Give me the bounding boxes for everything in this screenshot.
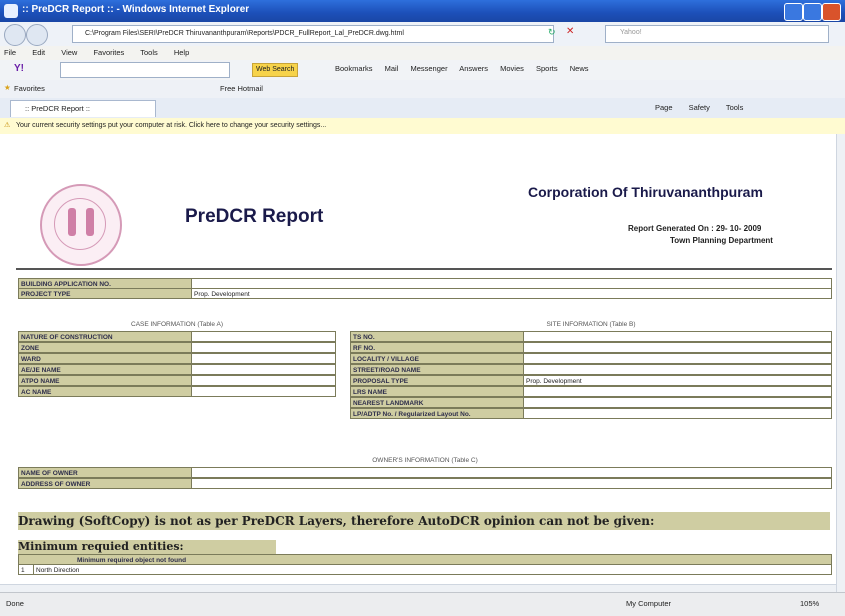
movies-button[interactable]: Movies	[500, 64, 524, 73]
security-infobar[interactable]: ⚠ Your current security settings put you…	[0, 118, 845, 135]
zoom-level[interactable]: 105%	[800, 599, 819, 608]
site-row-label: LP/ADTP No. / Regularized Layout No.	[350, 408, 524, 419]
maximize-button[interactable]	[803, 3, 822, 21]
status-text: Done	[6, 599, 24, 608]
site-row-label: TS NO.	[350, 331, 524, 342]
close-button[interactable]	[822, 3, 841, 21]
safety-menu[interactable]: Safety	[689, 103, 710, 112]
report-date: Report Generated On : 29- 10- 2009	[628, 224, 762, 233]
free-hotmail-link[interactable]: Free Hotmail	[220, 84, 263, 93]
case-row-label: ZONE	[18, 342, 192, 353]
org-name: Corporation Of Thiruvananthpuram	[528, 184, 763, 200]
favorites-star-icon: ★	[4, 83, 11, 92]
back-button[interactable]	[4, 24, 26, 46]
case-row-label: ATPO NAME	[18, 375, 192, 386]
case-info-heading: CASE INFORMATION (Table A)	[131, 321, 223, 328]
menu-bar: File Edit View Favorites Tools Help	[0, 46, 845, 60]
menu-help[interactable]: Help	[174, 48, 189, 57]
url-field[interactable]: C:\Program Files\SERI\PreDCR Thiruvanant…	[72, 25, 554, 43]
site-row-label: LRS NAME	[350, 386, 524, 397]
case-row-value	[191, 353, 336, 364]
security-zone: My Computer	[626, 599, 672, 608]
case-row-label: WARD	[18, 353, 192, 364]
menu-favorites[interactable]: Favorites	[93, 48, 124, 57]
forward-button[interactable]	[26, 24, 48, 46]
yahoo-toolbar: Y! Web Search Bookmarks Mail Messenger A…	[0, 60, 845, 81]
title-bar: :: PreDCR Report :: - Windows Internet E…	[0, 0, 845, 22]
search-input[interactable]: Yahoo!	[605, 25, 829, 43]
min-entities-heading: Minimum requied entities:	[18, 540, 276, 554]
site-row-label: RF NO.	[350, 342, 524, 353]
minimize-button[interactable]	[784, 3, 803, 21]
case-row-label: NATURE OF CONSTRUCTION	[18, 331, 192, 342]
search-placeholder: Yahoo!	[620, 29, 642, 36]
news-button[interactable]: News	[570, 64, 589, 73]
site-row-value	[523, 386, 832, 397]
min-row-value: North Direction	[33, 564, 832, 575]
site-row-value	[523, 331, 832, 342]
sports-button[interactable]: Sports	[536, 64, 558, 73]
owner-row-label: ADDRESS OF OWNER	[18, 478, 192, 489]
case-row-value	[191, 342, 336, 353]
case-row-label: AC NAME	[18, 386, 192, 397]
messenger-button[interactable]: Messenger	[410, 64, 447, 73]
corporation-seal	[40, 184, 122, 266]
page-content: PreDCR Report Corporation Of Thiruvanant…	[0, 134, 836, 592]
dcr-warning: Drawing (SoftCopy) is not as per PreDCR …	[18, 512, 830, 530]
menu-tools[interactable]: Tools	[140, 48, 158, 57]
refresh-icon[interactable]: ↻	[548, 27, 556, 38]
status-bar: Done My Computer 105%	[0, 592, 845, 616]
page-menu[interactable]: Page	[655, 103, 673, 112]
case-row-value	[191, 364, 336, 375]
project-type-value: Prop. Development	[191, 288, 832, 299]
yahoo-search-input[interactable]	[60, 62, 230, 78]
site-row-value	[523, 342, 832, 353]
owner-row-value	[191, 478, 832, 489]
site-row-value	[523, 397, 832, 408]
stop-icon[interactable]: ✕	[566, 26, 574, 37]
address-bar: C:\Program Files\SERI\PreDCR Thiruvanant…	[0, 22, 845, 47]
site-row-value: Prop. Development	[523, 375, 832, 386]
case-row-label: AE/JE NAME	[18, 364, 192, 375]
bookmarks-button[interactable]: Bookmarks	[335, 64, 373, 73]
site-row-label: PROPOSAL TYPE	[350, 375, 524, 386]
owner-row-label: NAME OF OWNER	[18, 467, 192, 478]
menu-file[interactable]: File	[4, 48, 16, 57]
owner-row-value	[191, 467, 832, 478]
tools-menu[interactable]: Tools	[726, 103, 744, 112]
web-search-button[interactable]: Web Search	[252, 63, 299, 77]
favorites-bar: ★ Favorites Free Hotmail	[0, 80, 845, 99]
vertical-scrollbar[interactable]	[836, 134, 845, 592]
project-type-label: PROJECT TYPE	[18, 288, 192, 299]
menu-edit[interactable]: Edit	[32, 48, 45, 57]
header-divider	[16, 268, 832, 270]
favorites-button[interactable]: Favorites	[14, 84, 45, 93]
site-info-heading: SITE INFORMATION (Table B)	[546, 321, 636, 328]
answers-button[interactable]: Answers	[459, 64, 488, 73]
site-row-value	[523, 364, 832, 375]
case-row-value	[191, 331, 336, 342]
case-row-value	[191, 375, 336, 386]
infobar-text: Your current security settings put your …	[16, 122, 327, 129]
owner-info-heading: OWNER'S INFORMATION (Table C)	[372, 457, 478, 464]
min-row-no: 1	[18, 564, 34, 575]
site-row-label: LOCALITY / VILLAGE	[350, 353, 524, 364]
site-row-label: NEAREST LANDMARK	[350, 397, 524, 408]
site-row-value	[523, 353, 832, 364]
site-row-label: STREET/ROAD NAME	[350, 364, 524, 375]
window-title: :: PreDCR Report :: - Windows Internet E…	[22, 4, 250, 15]
case-row-value	[191, 386, 336, 397]
yahoo-logo-icon: Y!	[14, 63, 24, 74]
report-title: PreDCR Report	[185, 206, 324, 227]
tab-predcr-report[interactable]: :: PreDCR Report ::	[10, 100, 156, 117]
site-row-value	[523, 408, 832, 419]
tab-bar: :: PreDCR Report :: Page Safety Tools	[0, 98, 845, 119]
ie-icon	[4, 4, 18, 18]
menu-view[interactable]: View	[61, 48, 77, 57]
department: Town Planning Department	[670, 236, 773, 245]
warning-icon: ⚠	[4, 122, 11, 129]
mail-button[interactable]: Mail	[385, 64, 399, 73]
